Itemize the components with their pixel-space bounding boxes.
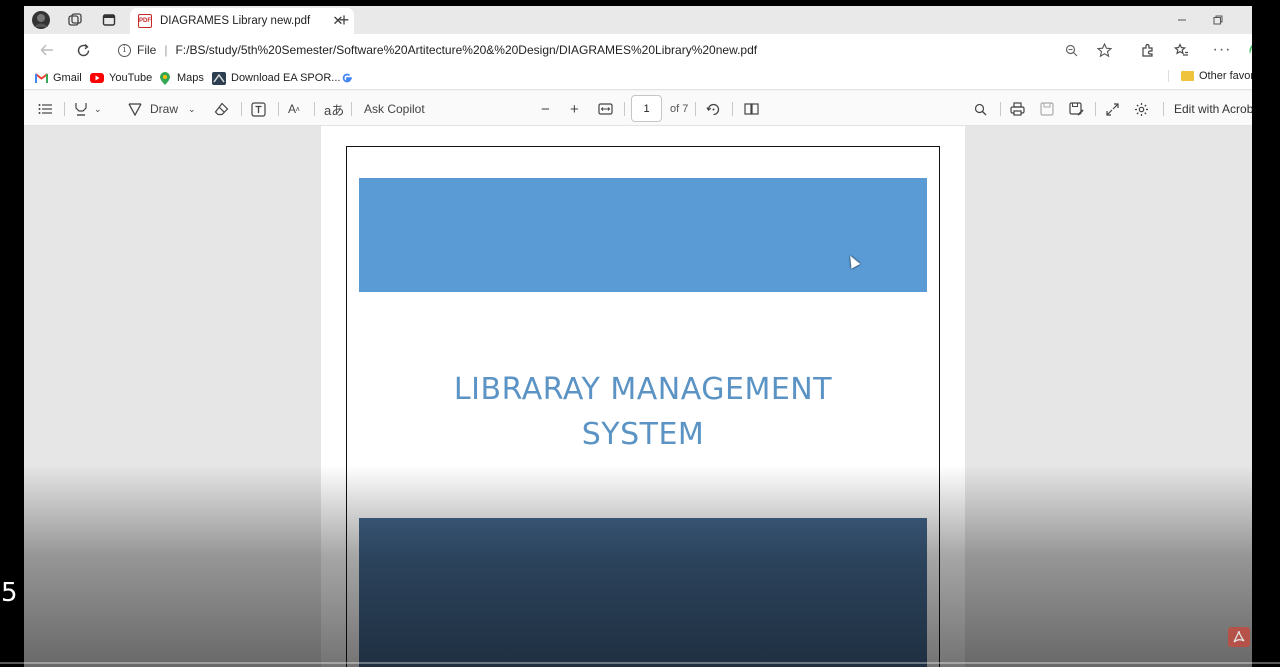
gmail-icon bbox=[34, 72, 48, 84]
search-icon[interactable] bbox=[974, 99, 987, 119]
favorite-star-icon[interactable] bbox=[1093, 40, 1115, 60]
chevron-down-icon[interactable]: ⌄ bbox=[188, 104, 196, 115]
back-arrow-icon[interactable] bbox=[36, 40, 58, 60]
print-icon[interactable] bbox=[1010, 99, 1025, 119]
more-options-icon[interactable]: ··· bbox=[1211, 40, 1233, 60]
maps-icon bbox=[158, 71, 172, 85]
favorites-icon[interactable] bbox=[1170, 40, 1192, 60]
chevron-down-icon[interactable]: ⌄ bbox=[94, 104, 102, 115]
bookmark-label: Download EA SPOR... bbox=[231, 72, 341, 84]
edit-with-acrobat-button[interactable]: Edit with Acroba bbox=[1174, 99, 1252, 119]
bookmark-gmail[interactable]: Gmail bbox=[34, 70, 82, 86]
read-aloud-icon[interactable]: Aʌ bbox=[288, 99, 300, 119]
video-progress-bar[interactable] bbox=[0, 662, 1280, 664]
address-bar-row: i File | F:/BS/study/5th%20Semester/Soft… bbox=[24, 34, 1252, 66]
pdf-viewer-area[interactable]: LIBRARAY MANAGEMENT SYSTEM bbox=[24, 126, 1252, 667]
zoom-icon[interactable] bbox=[1060, 40, 1082, 60]
save-as-icon[interactable] bbox=[1069, 99, 1084, 119]
page-number-input[interactable]: 1 bbox=[631, 95, 662, 122]
toolbar-divider bbox=[732, 102, 733, 116]
minimize-icon[interactable] bbox=[1170, 10, 1194, 30]
bookmark-label: YouTube bbox=[109, 72, 153, 84]
toolbar-divider bbox=[241, 102, 242, 116]
bookmark-label: Other favorit bbox=[1199, 70, 1252, 82]
zoom-out-button[interactable]: − bbox=[541, 99, 550, 119]
info-icon[interactable]: i bbox=[118, 43, 131, 57]
new-tab-button[interactable]: + bbox=[332, 9, 356, 31]
ea-icon bbox=[212, 71, 226, 85]
restore-icon[interactable] bbox=[1206, 10, 1230, 30]
document-title-line: SYSTEM bbox=[581, 417, 705, 452]
rotate-icon[interactable] bbox=[706, 99, 721, 119]
tab-actions-icon[interactable] bbox=[98, 10, 120, 30]
full-screen-icon[interactable] bbox=[1106, 99, 1119, 119]
eraser-icon[interactable] bbox=[214, 99, 229, 119]
save-icon[interactable] bbox=[1040, 99, 1054, 119]
highlight-button[interactable]: ⌄ bbox=[74, 99, 102, 119]
url-scheme-label: File bbox=[137, 43, 157, 57]
page-border-frame: LIBRARAY MANAGEMENT SYSTEM bbox=[346, 146, 940, 667]
toolbar-divider bbox=[1095, 102, 1096, 116]
ask-copilot-button[interactable]: Ask Copilot bbox=[364, 99, 425, 119]
browser-window: PDF DIAGRAMES Library new.pdf ✕ + i File… bbox=[24, 6, 1252, 667]
toolbar-divider bbox=[64, 102, 65, 116]
zoom-in-button[interactable]: + bbox=[570, 99, 579, 119]
tab-title: DIAGRAMES Library new.pdf bbox=[160, 15, 311, 27]
bookmark-maps[interactable]: Maps bbox=[158, 70, 204, 86]
toolbar-divider bbox=[1000, 102, 1001, 116]
draw-button[interactable]: Draw ⌄ bbox=[128, 99, 196, 119]
url-input[interactable]: i File | F:/BS/study/5th%20Semester/Soft… bbox=[108, 37, 1128, 63]
toolbar-divider bbox=[278, 102, 279, 116]
copilot-icon[interactable] bbox=[1242, 40, 1252, 60]
profile-avatar-icon[interactable] bbox=[30, 10, 52, 30]
document-title-line: LIBRARAY MANAGEMENT bbox=[453, 372, 833, 407]
pdf-file-icon: PDF bbox=[138, 14, 152, 28]
overlay-number: 5 bbox=[1, 578, 18, 608]
refresh-icon[interactable] bbox=[72, 40, 94, 60]
toolbar-divider bbox=[314, 102, 315, 116]
bookmark-google[interactable] bbox=[340, 70, 359, 86]
translate-icon[interactable]: aあ bbox=[324, 99, 344, 119]
toolbar-divider bbox=[695, 102, 696, 116]
bookmark-label: Gmail bbox=[53, 72, 82, 84]
contents-list-icon[interactable] bbox=[38, 99, 53, 119]
tab-pdf-document[interactable]: PDF DIAGRAMES Library new.pdf ✕ bbox=[130, 8, 354, 34]
cover-bottom-banner bbox=[359, 518, 927, 667]
url-text[interactable]: F:/BS/study/5th%20Semester/Software%20Ar… bbox=[175, 43, 757, 57]
tab-strip: PDF DIAGRAMES Library new.pdf ✕ + bbox=[24, 6, 1252, 34]
google-icon bbox=[340, 72, 354, 84]
text-box-icon[interactable] bbox=[251, 99, 266, 119]
cover-top-banner bbox=[359, 178, 927, 292]
bookmark-label: Maps bbox=[177, 72, 204, 84]
url-separator: | bbox=[164, 43, 168, 57]
youtube-icon bbox=[90, 72, 104, 84]
folder-icon bbox=[1181, 71, 1194, 81]
extensions-icon[interactable] bbox=[1136, 40, 1158, 60]
workspaces-icon[interactable] bbox=[64, 10, 86, 30]
document-title: LIBRARAY MANAGEMENT SYSTEM bbox=[347, 367, 939, 457]
page-view-icon[interactable] bbox=[744, 99, 759, 119]
fit-width-icon[interactable] bbox=[598, 99, 613, 119]
page-total-label: of 7 bbox=[670, 103, 689, 115]
toolbar-divider bbox=[351, 102, 352, 116]
toolbar-divider bbox=[624, 102, 625, 116]
bookmarks-bar: Gmail YouTube Maps Download EA SPOR... O… bbox=[24, 66, 1252, 90]
settings-gear-icon[interactable] bbox=[1134, 99, 1149, 119]
draw-label: Draw bbox=[150, 102, 179, 116]
bookmark-ea-sports[interactable]: Download EA SPOR... bbox=[212, 70, 340, 86]
acrobat-icon[interactable] bbox=[1228, 627, 1250, 647]
pdf-page: LIBRARAY MANAGEMENT SYSTEM bbox=[321, 126, 965, 667]
pdf-toolbar: ⌄ Draw ⌄ Aʌ aあ Ask Copilot − + 1 of 7 Ed… bbox=[24, 91, 1252, 126]
toolbar-divider bbox=[1163, 102, 1164, 116]
bookmark-other-favorites[interactable]: Other favorit bbox=[1168, 70, 1252, 82]
bookmark-youtube[interactable]: YouTube bbox=[90, 70, 152, 86]
